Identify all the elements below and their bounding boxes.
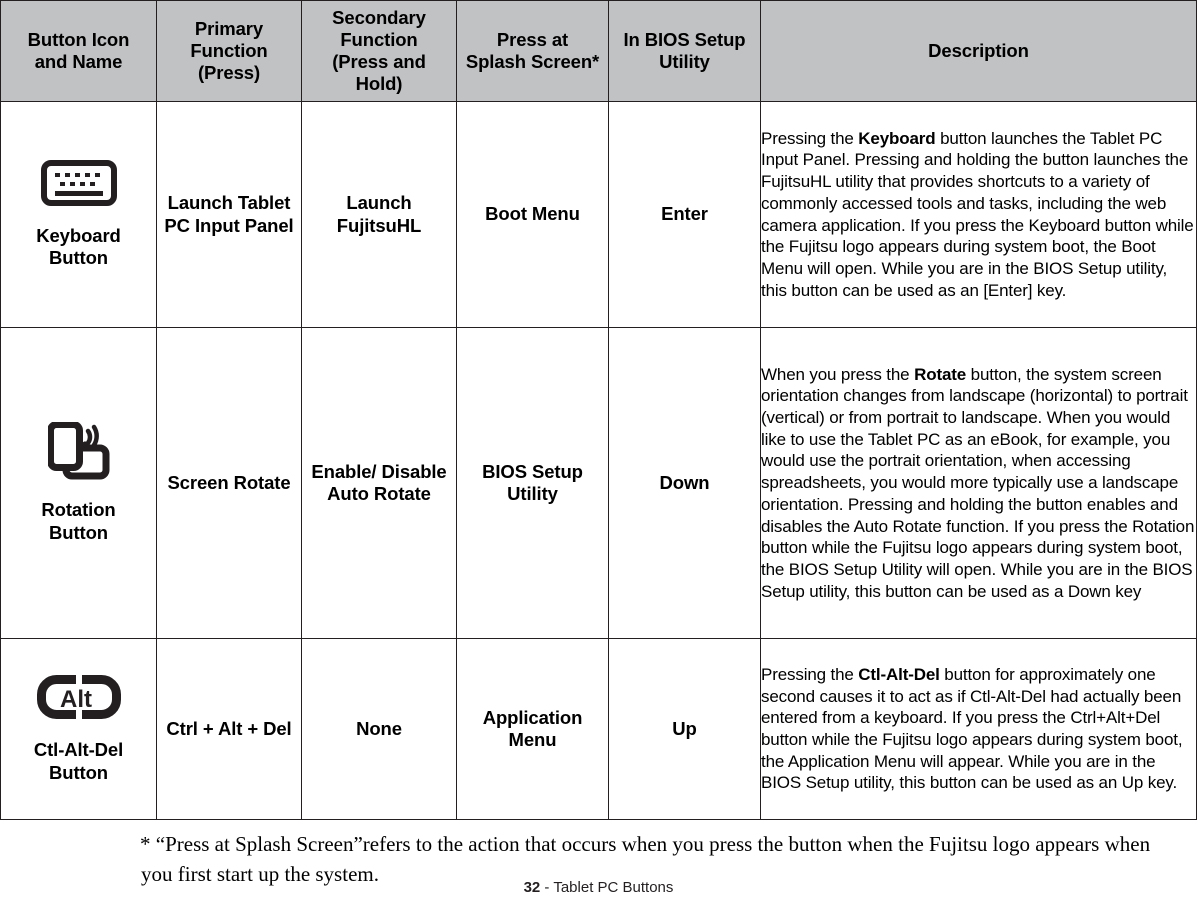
page-footer-separator: - [540,879,554,896]
button-name-label: Rotation Button [41,499,115,543]
cell-description: Pressing the Ctl-Alt-Del button for appr… [760,638,1197,820]
page-number: 32 [523,879,541,896]
button-name-label: Ctl-Alt-Del Button [34,739,123,783]
table-row: Keyboard Button Launch Tablet PC Input P… [0,101,1197,328]
table-row: Alt Ctl-Alt-Del Button Ctrl + Alt + Del … [0,638,1197,820]
page-footer-title: Tablet PC Buttons [553,879,674,896]
cell-in-bios-setup-utility: Enter [608,101,761,328]
button-name-line: Button [49,247,108,268]
header-line: and Name [34,51,123,72]
cell-press-at-splash-screen: BIOS Setup Utility [456,327,609,639]
document-page: Button Icon and Name Primary Function (P… [0,0,1197,902]
column-header-secondary-function: Secondary Function (Press and Hold) [301,0,457,102]
header-line: (Press and [332,51,426,72]
header-line: Hold) [355,72,403,94]
column-header-button-icon-and-name: Button Icon and Name [0,0,157,102]
cell-primary-function: Launch Tablet PC Input Panel [156,101,302,328]
header-line: (Press) [197,61,261,83]
cell-press-at-splash-screen: Boot Menu [456,101,609,328]
column-header-in-bios-setup-utility: In BIOS Setup Utility [608,0,761,102]
button-name-line: Rotation [41,499,116,521]
cell-button-icon-and-name: Rotation Button [0,327,157,639]
button-name-line: Ctl-Alt-Del [33,739,124,761]
cell-in-bios-setup-utility: Up [608,638,761,820]
header-line: Splash Screen* [465,51,600,72]
header-line: Button Icon [27,29,130,51]
header-line: Function [340,29,418,51]
header-line: Description [928,40,1029,62]
table-body: Keyboard Button Launch Tablet PC Input P… [0,101,1197,820]
cell-secondary-function: None [301,638,457,820]
table-header: Button Icon and Name Primary Function (P… [0,0,1197,102]
cell-button-icon-and-name: Keyboard Button [0,101,157,328]
header-line: Utility [659,51,710,72]
keyboard-button-icon [40,159,117,211]
table-header-row: Button Icon and Name Primary Function (P… [0,0,1197,102]
header-line: Secondary [332,7,426,29]
cell-primary-function: Screen Rotate [156,327,302,639]
cell-primary-function: Ctrl + Alt + Del [156,638,302,820]
cell-description: Pressing the Keyboard button launches th… [760,101,1197,328]
ctl-alt-del-button-icon: Alt [36,674,122,725]
cell-button-icon-and-name: Alt Ctl-Alt-Del Button [0,638,157,820]
header-line: Primary [194,18,264,40]
ctl-alt-del-icon-text: Alt [60,686,92,713]
cell-press-at-splash-screen: Application Menu [456,638,609,820]
cell-description: When you press the Rotate button, the sy… [760,327,1197,639]
header-line: Function [190,40,268,62]
page-footer: 32 - Tablet PC Buttons [0,879,1197,896]
cell-line: Enable/ Disable Auto Rotate [311,460,447,504]
button-name-line: Button [49,761,108,783]
table-row: Rotation Button Screen Rotate Enable/ Di… [0,327,1197,639]
cell-in-bios-setup-utility: Down [608,327,761,639]
button-name-label: Keyboard Button [36,225,121,269]
tablet-pc-buttons-table: Button Icon and Name Primary Function (P… [0,0,1197,820]
column-header-press-at-splash-screen: Press at Splash Screen* [456,0,609,102]
header-line: Press at [496,29,569,51]
button-name-line: Button [49,521,108,543]
column-header-description: Description [760,0,1197,102]
rotation-button-icon [46,421,110,485]
header-line: In BIOS Setup [623,29,746,51]
column-header-primary-function: Primary Function (Press) [156,0,302,102]
cell-secondary-function: Enable/ Disable Auto Rotate [301,327,457,639]
button-name-line: Keyboard [36,224,121,246]
cell-secondary-function: Launch FujitsuHL [301,101,457,328]
